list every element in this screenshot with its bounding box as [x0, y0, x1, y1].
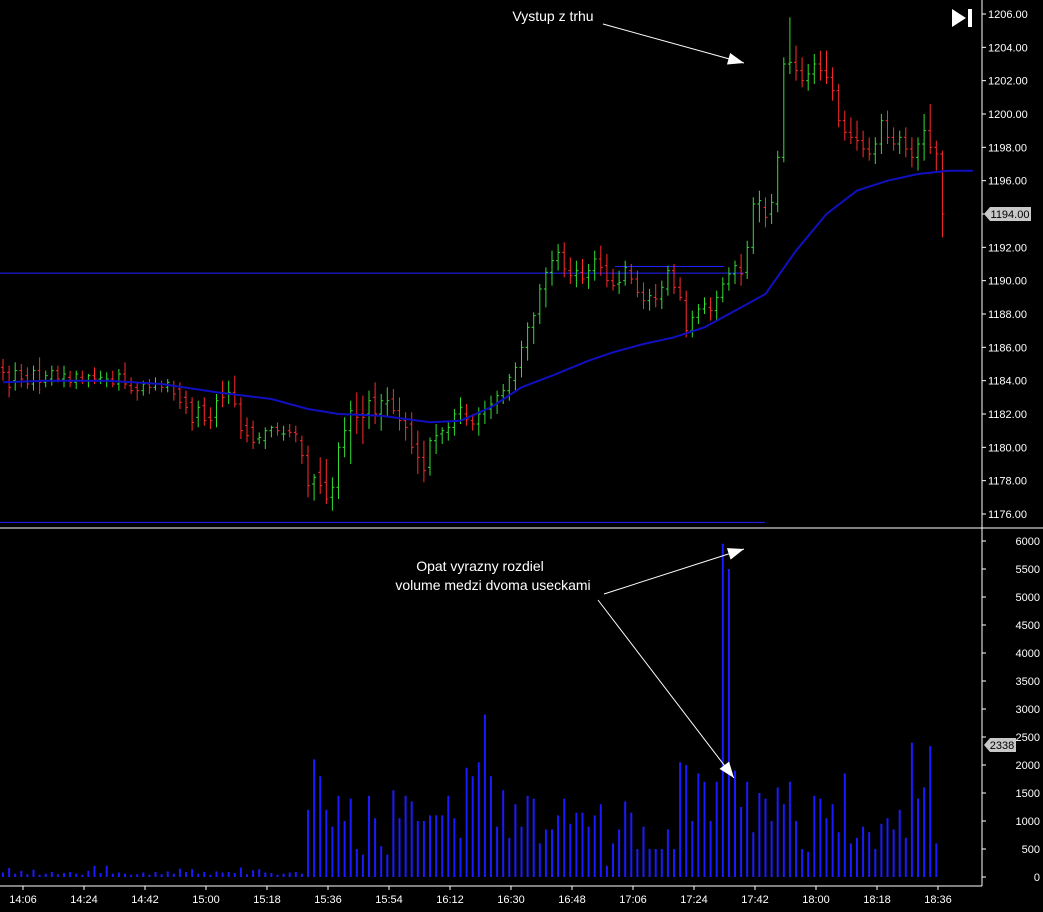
- price-tick-label: 1190.00: [988, 276, 1027, 288]
- time-tick-label: 16:48: [558, 894, 586, 906]
- price-tick-label: 1202.00: [988, 76, 1028, 88]
- time-tick-label: 18:00: [802, 894, 830, 906]
- price-tick-label: 1198.00: [988, 142, 1027, 154]
- time-tick-label: 16:12: [436, 894, 464, 906]
- time-tick-label: 17:06: [619, 894, 647, 906]
- volume-tick-label: 5500: [1016, 564, 1040, 576]
- time-tick-label: 17:24: [680, 894, 708, 906]
- price-tick-label: 1192.00: [988, 242, 1027, 254]
- time-tick-label: 15:54: [375, 894, 403, 906]
- volume-tick-label: 4000: [1016, 648, 1040, 660]
- volume-tick-label: 1000: [1016, 816, 1040, 828]
- volume-tick-label: 5000: [1016, 592, 1040, 604]
- volume-annotation-line2: volume medzi dvoma useckami: [395, 577, 590, 593]
- volume-tick-label: 2000: [1016, 760, 1040, 772]
- volume-tick-label: 6000: [1016, 536, 1040, 548]
- volume-tick-label: 1500: [1016, 788, 1040, 800]
- last-volume-badge: 2338: [984, 738, 1016, 752]
- price-tick-label: 1188.00: [988, 309, 1027, 321]
- volume-annotation-line1: Opat vyrazny rozdiel: [416, 558, 544, 574]
- volume-tick-label: 0: [1034, 872, 1040, 884]
- time-tick-label: 14:06: [9, 894, 37, 906]
- volume-tick-label: 4500: [1016, 620, 1040, 632]
- time-tick-label: 18:36: [924, 894, 952, 906]
- time-tick-label: 15:00: [192, 894, 220, 906]
- chart-canvas: 1206.00 1204.00 1202.00 1200.00 1198.00 1196.…: [0, 0, 1043, 912]
- price-tick-label: 1180.00: [988, 442, 1027, 454]
- chart-background: [0, 0, 1043, 912]
- price-tick-label: 1176.00: [988, 509, 1027, 521]
- time-tick-label: 16:30: [497, 894, 525, 906]
- price-tick-label: 1206.00: [988, 9, 1028, 21]
- exit-annotation: Vystup z trhu: [512, 8, 593, 24]
- price-tick-label: 1186.00: [988, 342, 1027, 354]
- volume-tick-label: 500: [1022, 844, 1040, 856]
- volume-tick-label: 3500: [1016, 676, 1040, 688]
- last-price-label: 1194.00: [991, 209, 1030, 221]
- volume-tick-label: 3000: [1016, 704, 1040, 716]
- price-tick-label: 1184.00: [988, 376, 1027, 388]
- time-tick-label: 15:18: [253, 894, 281, 906]
- price-tick-label: 1182.00: [988, 409, 1027, 421]
- time-tick-label: 18:18: [863, 894, 891, 906]
- price-tick-label: 1200.00: [988, 109, 1028, 121]
- last-volume-label: 2338: [990, 740, 1014, 752]
- time-tick-label: 17:42: [741, 894, 769, 906]
- time-tick-label: 14:42: [131, 894, 159, 906]
- time-tick-label: 14:24: [70, 894, 98, 906]
- last-price-badge: 1194.00: [984, 207, 1031, 221]
- price-tick-label: 1204.00: [988, 42, 1028, 54]
- time-tick-label: 15:36: [314, 894, 342, 906]
- price-tick-label: 1196.00: [988, 176, 1027, 188]
- volume-tick-label: 2500: [1016, 732, 1040, 744]
- price-tick-label: 1178.00: [988, 476, 1027, 488]
